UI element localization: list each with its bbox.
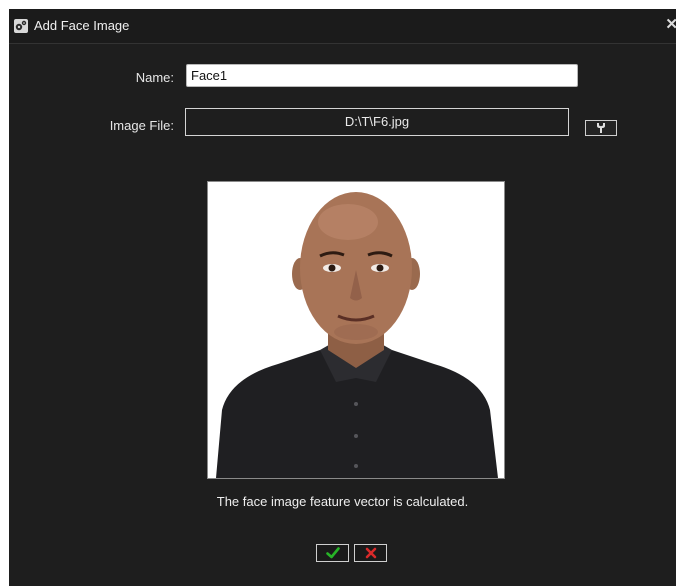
title-bar: Add Face Image ✕ [9,9,676,44]
wrench-icon [597,123,605,133]
image-file-field[interactable]: D:\T\F6.jpg [185,108,569,136]
close-button[interactable]: ✕ [665,17,676,32]
browse-button[interactable] [585,120,617,136]
status-message: The face image feature vector is calcula… [216,494,469,509]
face-photo [208,182,504,478]
name-input[interactable] [186,64,578,87]
image-file-label: Image File: [109,118,174,133]
dialog-title: Add Face Image [34,18,130,33]
face-image-preview [207,181,505,479]
x-icon [365,547,376,559]
add-face-image-dialog: Add Face Image ✕ Name: Image File: D:\T\… [9,9,676,586]
ok-button[interactable] [316,544,349,562]
name-label: Name: [135,70,174,85]
checkmark-icon [325,547,340,559]
gear-icon [14,19,28,33]
cancel-button[interactable] [354,544,387,562]
